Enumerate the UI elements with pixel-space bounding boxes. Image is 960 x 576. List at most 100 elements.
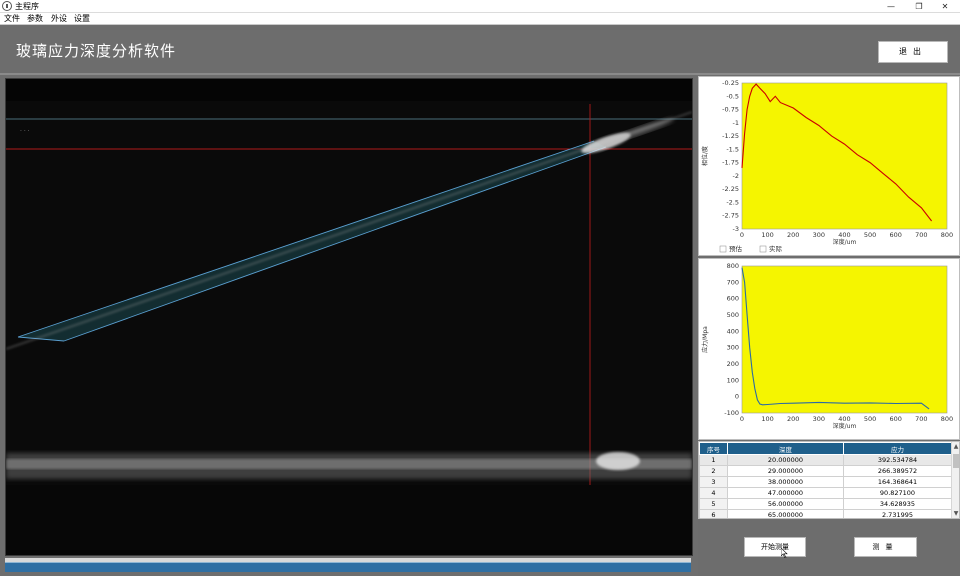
table-header-row: 序号 深度 应力 bbox=[699, 442, 952, 455]
y-tick-label: 200 bbox=[727, 360, 739, 368]
table-row[interactable]: 6 65.000000 2.731995 bbox=[699, 509, 952, 518]
table-row[interactable]: 1 20.000000 392.534784 bbox=[699, 454, 952, 466]
x-tick-label: 800 bbox=[941, 231, 953, 239]
menu-file[interactable]: 文件 bbox=[4, 13, 20, 25]
cell-stress: 266.389572 bbox=[843, 465, 952, 477]
table-row[interactable]: 2 29.000000 266.389572 bbox=[699, 465, 952, 477]
x-tick-label: 600 bbox=[890, 415, 902, 423]
column-header-stress[interactable]: 应力 bbox=[843, 442, 952, 455]
y-tick-label: -2 bbox=[733, 172, 739, 180]
table-row[interactable]: 4 47.000000 90.827100 bbox=[699, 487, 952, 499]
y-tick-label: 800 bbox=[727, 262, 739, 270]
cell-depth: 56.000000 bbox=[727, 498, 844, 510]
svg-text:· · ·: · · · bbox=[20, 128, 30, 135]
y-tick-label: -100 bbox=[724, 409, 739, 417]
x-tick-label: 200 bbox=[787, 231, 799, 239]
scroll-down-icon[interactable]: ▼ bbox=[952, 510, 959, 518]
table-row[interactable]: 3 38.000000 164.368641 bbox=[699, 476, 952, 488]
window-title: 主程序 bbox=[15, 2, 39, 11]
cell-depth: 65.000000 bbox=[727, 509, 844, 518]
menu-bar: 文件 参数 外设 设置 bbox=[0, 13, 960, 25]
cell-stress: 2.731995 bbox=[843, 509, 952, 518]
y-tick-label: 0 bbox=[735, 393, 739, 401]
minimize-icon[interactable]: — bbox=[876, 0, 906, 13]
x-tick-label: 800 bbox=[941, 415, 953, 423]
y-tick-label: -1.75 bbox=[722, 159, 739, 167]
cell-depth: 29.000000 bbox=[727, 465, 844, 477]
y-tick-label: -0.5 bbox=[726, 92, 739, 100]
x-tick-label: 300 bbox=[813, 231, 825, 239]
cell-depth: 38.000000 bbox=[727, 476, 844, 488]
measure-button[interactable]: 测量 bbox=[854, 537, 917, 557]
cell-stress: 392.534784 bbox=[843, 454, 952, 466]
cell-index: 3 bbox=[699, 476, 728, 488]
cell-index: 2 bbox=[699, 465, 728, 477]
table-scrollbar[interactable]: ▲ ▼ bbox=[951, 442, 959, 518]
y-tick-label: 100 bbox=[727, 376, 739, 384]
menu-settings[interactable]: 设置 bbox=[74, 13, 90, 25]
x-tick-label: 700 bbox=[915, 415, 927, 423]
scroll-up-icon[interactable]: ▲ bbox=[952, 443, 959, 451]
phase-chart: 0 100 200 300 400 500 600 700 800 -0.25 -0.5 -0.75 -… bbox=[701, 79, 953, 253]
y-axis-label: 相位/度 bbox=[701, 146, 709, 166]
menu-devices[interactable]: 外设 bbox=[51, 13, 67, 25]
cell-index: 5 bbox=[699, 498, 728, 510]
y-tick-label: -2.5 bbox=[726, 198, 739, 206]
plot-area bbox=[741, 265, 948, 414]
x-tick-label: 300 bbox=[813, 415, 825, 423]
y-tick-label: -0.25 bbox=[722, 79, 739, 87]
x-tick-label: 500 bbox=[864, 415, 876, 423]
cell-stress: 164.368641 bbox=[843, 476, 952, 488]
camera-image: · · · bbox=[6, 79, 692, 555]
header-bar: 玻璃应力深度分析软件 退出 bbox=[0, 25, 960, 75]
progress-bar bbox=[5, 562, 691, 572]
y-tick-label: -1.25 bbox=[722, 132, 739, 140]
exit-button[interactable]: 退出 bbox=[878, 41, 948, 63]
x-tick-label: 0 bbox=[740, 231, 744, 239]
x-tick-label: 700 bbox=[915, 231, 927, 239]
y-tick-label: -0.75 bbox=[722, 106, 739, 114]
y-tick-label: 400 bbox=[727, 327, 739, 335]
legend-swatch bbox=[759, 245, 767, 253]
x-tick-label: 400 bbox=[838, 231, 850, 239]
x-tick-label: 200 bbox=[787, 415, 799, 423]
phase-chart-panel: 0 100 200 300 400 500 600 700 800 -0.25 -0.5 -0.75 -… bbox=[698, 76, 960, 256]
results-table[interactable]: 序号 深度 应力 1 20.000000 392.534784 2 29.000… bbox=[698, 441, 960, 519]
x-axis-label: 深度/um bbox=[833, 422, 857, 430]
close-icon[interactable]: ✕ bbox=[930, 0, 960, 13]
column-header-depth[interactable]: 深度 bbox=[727, 442, 844, 455]
legend-label: 实际 bbox=[769, 244, 783, 253]
start-measure-button[interactable]: 开始测量 bbox=[744, 537, 806, 557]
cell-index: 4 bbox=[699, 487, 728, 499]
app-window: 主程序 — ❐ ✕ 文件 参数 外设 设置 玻璃应力深度分析软件 退出 · · … bbox=[0, 0, 960, 576]
mouse-cursor-icon bbox=[781, 548, 788, 558]
stress-chart-panel: 0 100 200 300 400 500 600 700 800 800 700 600 500 400… bbox=[698, 258, 960, 440]
stress-chart: 0 100 200 300 400 500 600 700 800 800 700 600 500 400… bbox=[701, 262, 953, 430]
column-header-index[interactable]: 序号 bbox=[699, 442, 728, 455]
y-tick-label: -1 bbox=[733, 119, 739, 127]
y-tick-label: -3 bbox=[733, 225, 739, 233]
camera-view[interactable]: · · · bbox=[5, 78, 693, 556]
legend-swatch bbox=[719, 245, 727, 253]
x-axis-label: 深度/um bbox=[833, 238, 857, 246]
x-tick-label: 100 bbox=[761, 415, 773, 423]
title-bar: 主程序 — ❐ ✕ bbox=[0, 0, 960, 13]
plot-area bbox=[741, 82, 948, 230]
cell-depth: 47.000000 bbox=[727, 487, 844, 499]
y-tick-label: 500 bbox=[727, 311, 739, 319]
y-tick-label: 600 bbox=[727, 295, 739, 303]
menu-params[interactable]: 参数 bbox=[27, 13, 43, 25]
cell-index: 1 bbox=[699, 454, 728, 466]
x-tick-label: 500 bbox=[864, 231, 876, 239]
action-area: 开始测量 测量 bbox=[698, 520, 960, 576]
cell-stress: 34.628935 bbox=[843, 498, 952, 510]
app-icon bbox=[2, 1, 12, 11]
table-row[interactable]: 5 56.000000 34.628935 bbox=[699, 498, 952, 510]
x-tick-label: 600 bbox=[890, 231, 902, 239]
y-tick-label: 700 bbox=[727, 278, 739, 286]
y-tick-label: -2.25 bbox=[722, 185, 739, 193]
page-title: 玻璃应力深度分析软件 bbox=[16, 42, 177, 60]
scroll-thumb[interactable] bbox=[953, 454, 959, 468]
y-axis-label: 应力/Mpa bbox=[701, 326, 709, 353]
cell-depth: 20.000000 bbox=[727, 454, 844, 466]
